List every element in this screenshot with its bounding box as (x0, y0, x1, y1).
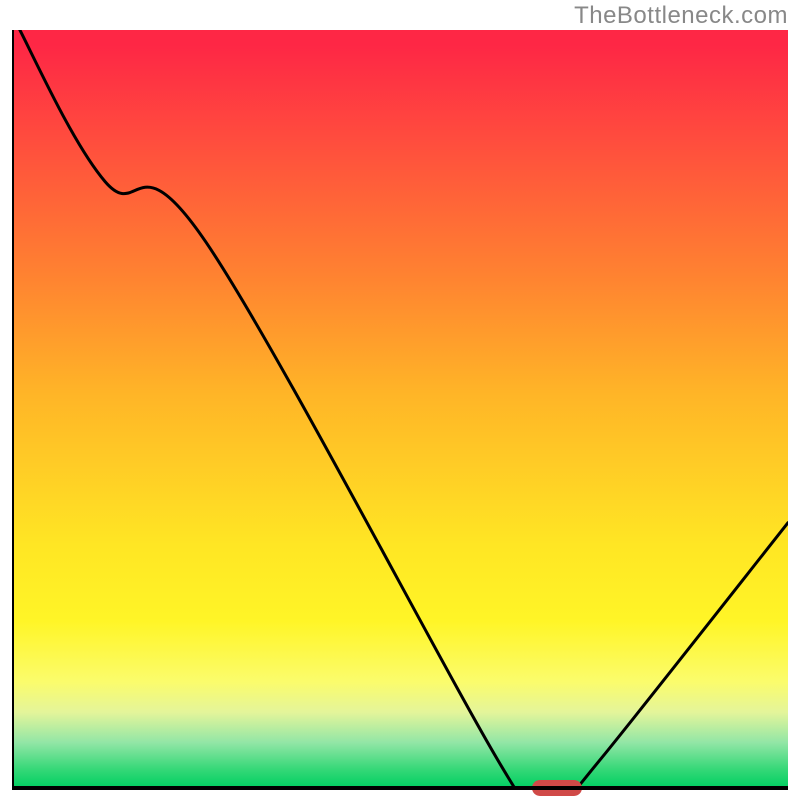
chart-container: TheBottleneck.com (0, 0, 800, 800)
attribution-text: TheBottleneck.com (574, 2, 788, 30)
axes-layer (12, 30, 788, 790)
plot-inner (12, 30, 788, 790)
plot-area (12, 30, 788, 790)
